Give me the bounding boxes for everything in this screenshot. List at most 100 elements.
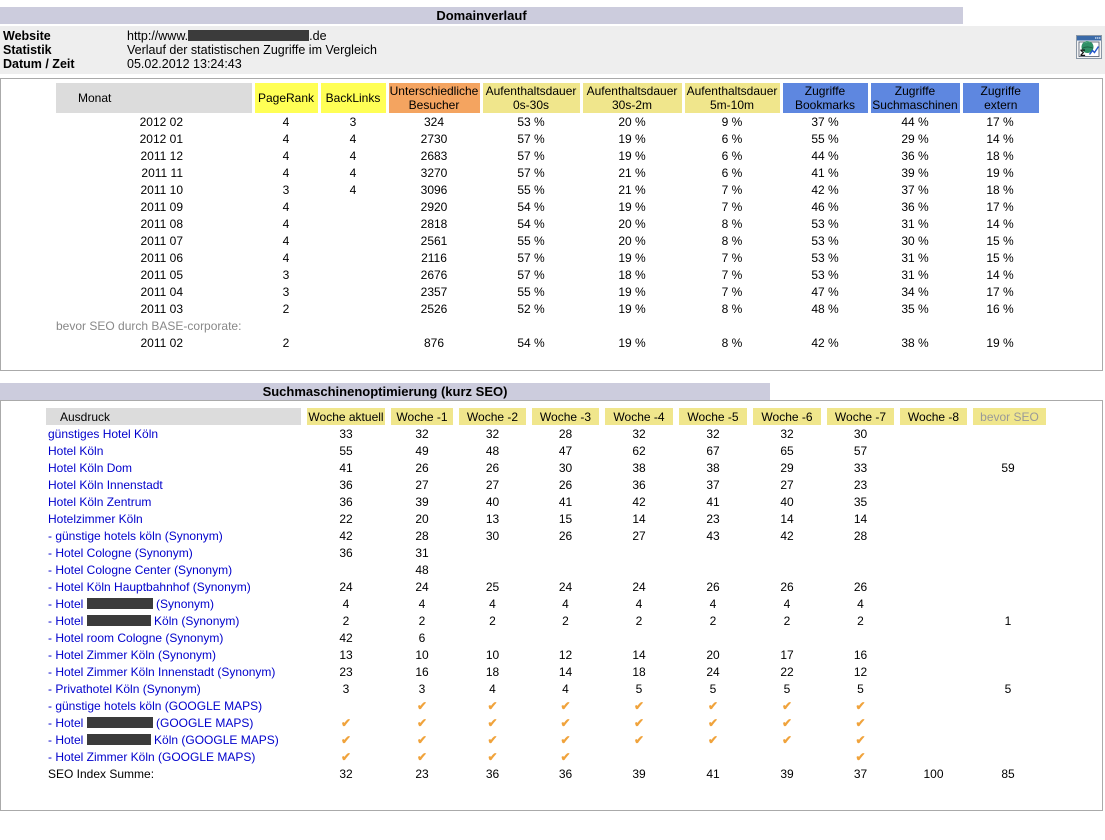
value-cell: 3 [253,181,319,198]
value-cell: 19 % [581,283,683,300]
keyword-cell[interactable]: - Hotel Köln (GOOGLE MAPS) [46,731,304,748]
value-cell: 4 [529,680,602,697]
keyword-cell[interactable]: - Hotel (Synonym) [46,595,304,612]
value-cell: 8 % [683,232,781,249]
value-cell: 24 [529,578,602,595]
value-cell: 5 [750,680,824,697]
month-cell: 2011 05 [56,266,253,283]
value-cell [897,646,970,663]
value-cell: 42 [304,629,388,646]
value-cell: 2561 [387,232,481,249]
value-cell [897,527,970,544]
value-cell [897,459,970,476]
value-cell: 17 % [961,198,1039,215]
value-cell [319,232,387,249]
domain-table-row: 2011 1144327057 %21 %6 %41 %39 %19 % [56,164,1039,181]
value-cell: 7 % [683,181,781,198]
value-cell: 23 [304,663,388,680]
keyword-cell[interactable]: - Hotel Cologne (Synonym) [46,544,304,561]
value-cell [970,544,1046,561]
info-label-website: Website [0,29,127,43]
keyword-cell[interactable]: - Privathotel Köln (Synonym) [46,680,304,697]
value-cell [970,663,1046,680]
checkmark-icon: ✔ [750,697,824,714]
value-cell: 13 [304,646,388,663]
keyword-cell[interactable]: - Hotel Cologne Center (Synonym) [46,561,304,578]
keyword-cell[interactable]: - Hotel Köln (Synonym) [46,612,304,629]
column-header-woche-4: Woche -4 [602,408,676,425]
keyword-cell[interactable]: günstiges Hotel Köln [46,425,304,442]
value-cell: 2526 [387,300,481,317]
value-cell [602,561,676,578]
value-cell: 4 [253,249,319,266]
value-cell [602,748,676,765]
value-cell: 2 [456,612,529,629]
checkmark-icon: ✔ [529,731,602,748]
value-cell: 7 % [683,198,781,215]
value-cell: 31 % [869,266,961,283]
keyword-cell[interactable]: - günstige hotels köln (GOOGLE MAPS) [46,697,304,714]
value-cell: 37 [676,476,750,493]
keyword-cell[interactable]: Hotel Köln Dom [46,459,304,476]
value-cell: 41 [676,493,750,510]
keyword-cell[interactable]: - Hotel Zimmer Köln (GOOGLE MAPS) [46,748,304,765]
value-cell: 24 [602,578,676,595]
value-cell: 18 [456,663,529,680]
value-cell: 14 [529,663,602,680]
value-cell: 2 [304,612,388,629]
value-cell: 18 % [961,181,1039,198]
keyword-cell[interactable]: Hotel Köln [46,442,304,459]
value-cell [897,544,970,561]
column-header-woche-aktuell: Woche aktuell [304,408,388,425]
value-cell: 26 [529,476,602,493]
value-cell: 15 % [961,232,1039,249]
keyword-cell[interactable]: - Hotel Köln Hauptbahnhof (Synonym) [46,578,304,595]
checkmark-icon: ✔ [824,748,897,765]
column-header-woche-7: Woche -7 [824,408,897,425]
value-cell [304,697,388,714]
value-cell [897,680,970,697]
value-cell [970,493,1046,510]
value-cell: 17 % [961,113,1039,130]
value-cell: 47 [529,442,602,459]
value-cell: 41 [529,493,602,510]
keyword-cell[interactable]: - Hotel Zimmer Köln Innenstadt (Synonym) [46,663,304,680]
value-cell: 4 [253,164,319,181]
info-row-statistik: StatistikVerlauf der statistischen Zugri… [0,43,1105,57]
value-cell: 29 [750,459,824,476]
value-cell: 28 [388,527,456,544]
value-cell: 4 [529,595,602,612]
statistics-window-icon[interactable]: Σ [1076,35,1102,59]
value-cell: 55 % [781,130,869,147]
domain-table-row: 2011 064211657 %19 %7 %53 %31 %15 % [56,249,1039,266]
value-cell: 14 % [961,215,1039,232]
value-cell: 54 % [481,334,581,351]
value-cell: 2683 [387,147,481,164]
value-cell: 14 [602,646,676,663]
keyword-cell[interactable]: - Hotel Zimmer Köln (Synonym) [46,646,304,663]
domain-table-row: 2012 0144273057 %19 %6 %55 %29 %14 % [56,130,1039,147]
value-cell: 15 [529,510,602,527]
keyword-cell[interactable]: - Hotel (GOOGLE MAPS) [46,714,304,731]
value-cell: 24 [676,663,750,680]
value-cell: 28 [824,527,897,544]
value-cell: 14 [750,510,824,527]
seo-table-row: - Hotel Zimmer Köln (Synonym)13101012142… [46,646,1046,663]
value-cell [897,731,970,748]
value-cell: 57 % [481,147,581,164]
keyword-cell[interactable]: - günstige hotels köln (Synonym) [46,527,304,544]
value-cell: 12 [529,646,602,663]
value-cell: 4 [253,130,319,147]
value-cell: 53 % [781,266,869,283]
keyword-cell[interactable]: Hotel Köln Innenstadt [46,476,304,493]
value-cell: 18 [602,663,676,680]
value-cell: 5 [676,680,750,697]
value-cell: 32 [456,425,529,442]
keyword-cell[interactable]: Hotel Köln Zentrum [46,493,304,510]
keyword-cell[interactable]: Hotelzimmer Köln [46,510,304,527]
seo-table-row: - Hotel Köln Hauptbahnhof (Synonym)24242… [46,578,1046,595]
value-cell: 43 [676,527,750,544]
value-cell: 57 % [481,249,581,266]
keyword-cell[interactable]: - Hotel room Cologne (Synonym) [46,629,304,646]
value-cell: 42 [304,527,388,544]
